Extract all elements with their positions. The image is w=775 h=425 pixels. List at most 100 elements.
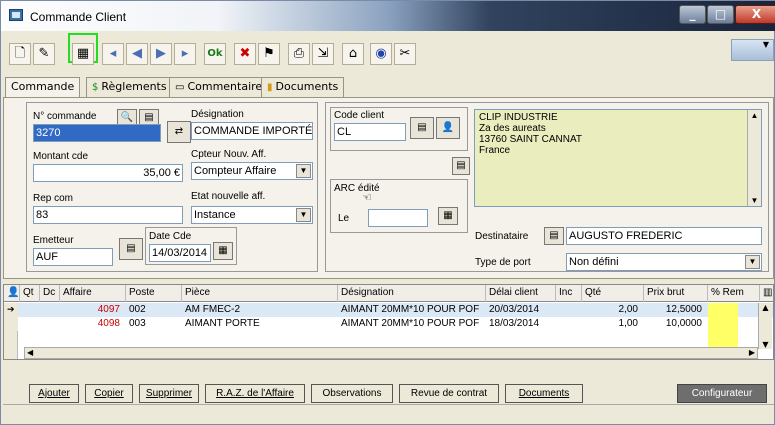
print-icon[interactable]: ⎙ [288, 43, 310, 65]
cell-poste: 003 [129, 318, 146, 329]
col-poste[interactable]: Poste [126, 285, 182, 302]
cell-prix: 12,5000 [665, 304, 702, 315]
cell-designation: AIMANT 20MM*10 POUR POF [341, 304, 480, 315]
col-delai[interactable]: Délai client [486, 285, 556, 302]
export-icon[interactable]: ⇲ [312, 43, 334, 65]
cell-affaire: 4098 [97, 318, 120, 329]
app-icon [9, 9, 23, 21]
trash-icon[interactable]: ⌂ [342, 43, 364, 65]
delete-icon[interactable]: ⚑ [258, 43, 280, 65]
emetteur-card-icon[interactable]: ▤ [119, 238, 143, 260]
designation-label: Désignation [191, 109, 244, 120]
rep-input[interactable]: 83 [33, 206, 183, 224]
emetteur-label: Emetteur [33, 235, 74, 246]
hand-icon: ☜ [362, 191, 372, 204]
date-cde-input[interactable]: 14/03/2014 [149, 244, 211, 262]
last-icon[interactable]: ▸ [174, 43, 196, 65]
ok-icon[interactable]: Ok [204, 43, 226, 65]
user-icon[interactable]: 👤 [436, 117, 460, 139]
chevron-down-icon: ▼ [762, 340, 769, 349]
address-line: 13760 SAINT CANNAT [479, 134, 583, 145]
arc-date-input[interactable] [368, 209, 428, 227]
edit-icon[interactable]: ✎ [33, 43, 55, 65]
dropdown-arrow-icon[interactable]: ▼ [731, 39, 774, 61]
grid-vscroll[interactable]: ▲ ▼ [758, 303, 772, 349]
copier-button[interactable]: Copier [85, 384, 133, 403]
destinataire-card-icon[interactable]: ▤ [544, 227, 564, 245]
row-pointer-icon: ➔ [4, 303, 18, 317]
col-qt[interactable]: Qt [20, 285, 40, 302]
close-button[interactable]: X [735, 5, 775, 24]
settings-icon[interactable]: ✂ [394, 43, 416, 65]
record-icon[interactable]: ◉ [370, 43, 392, 65]
tab-reglements[interactable]: $ Règlements [86, 77, 173, 97]
cell-piece: AIMANT PORTE [185, 318, 260, 329]
lookup-icon[interactable]: ⇄ [167, 121, 191, 143]
tab-documents[interactable]: ▮ Documents [261, 77, 345, 97]
toolbar: 🗋 ✎ ▦ ◂ ◀ ▶ ▸ Ok ✖ ⚑ ⎙ ⇲ ⌂ ◉ ✂ ▼ [3, 31, 774, 67]
folder-icon: ▮ [267, 82, 273, 93]
destinataire-input[interactable]: AUGUSTO FREDERIC [566, 227, 762, 245]
table-row[interactable]: 4098 003 AIMANT PORTE AIMANT 20MM*10 POU… [4, 317, 773, 331]
code-client-input[interactable]: CL [334, 123, 406, 141]
arc-calendar-icon[interactable]: ▦ [438, 207, 458, 225]
ajouter-button[interactable]: Ajouter [29, 384, 79, 403]
raz-affaire-button[interactable]: R.A.Z. de l'Affaire [205, 384, 305, 403]
tab-commentaires[interactable]: ▭ Commentaires [169, 77, 274, 97]
configurateur-button[interactable]: Configurateur [677, 384, 767, 403]
col-piece[interactable]: Pièce [182, 285, 338, 302]
observations-button[interactable]: Observations [311, 384, 393, 403]
montant-input[interactable]: 35,00 € [33, 164, 183, 182]
date-cde-label: Date Cde [149, 231, 192, 242]
grid-select-icon[interactable]: ▦ [72, 43, 94, 65]
port-select[interactable]: Non défini ▼ [566, 253, 762, 271]
montant-label: Montant cde [33, 151, 89, 162]
new-doc-icon[interactable]: 🗋 [9, 43, 31, 65]
title-bar[interactable]: Commande Client _ □ X [1, 1, 775, 31]
cancel-icon[interactable]: ✖ [234, 43, 256, 65]
documents-button[interactable]: Documents [505, 384, 583, 403]
cell-rem [708, 317, 738, 331]
table-row[interactable]: ➔ 4097 002 AM FMEC-2 AIMANT 20MM*10 POUR… [4, 303, 773, 317]
supprimer-button[interactable]: Supprimer [139, 384, 199, 403]
client-card-icon[interactable]: ▤ [410, 117, 434, 139]
col-dc[interactable]: Dc [40, 285, 60, 302]
cpteur-label: Cpteur Nouv. Aff. [191, 149, 267, 160]
etat-select[interactable]: Instance ▼ [191, 206, 313, 224]
user-icon[interactable]: 👤 [4, 285, 20, 302]
col-designation[interactable]: Désignation [338, 285, 486, 302]
next-icon[interactable]: ▶ [150, 43, 172, 65]
first-icon[interactable]: ◂ [102, 43, 124, 65]
prev-icon[interactable]: ◀ [126, 43, 148, 65]
col-rem[interactable]: % Rem [708, 285, 760, 302]
grid-hscroll[interactable]: ◀ ▶ [24, 347, 758, 359]
address-line: France [479, 145, 511, 156]
arc-le-label: Le [338, 213, 350, 224]
designation-input[interactable]: COMMANDE IMPORTÉE [191, 122, 313, 140]
commande-panel: N° commande 🔍 ▤ 3270 ⇄ Désignation COMMA… [3, 97, 774, 279]
col-qte[interactable]: Qté [582, 285, 644, 302]
etat-label: Etat nouvelle aff. [191, 191, 266, 202]
emetteur-input[interactable]: AUF [33, 248, 113, 266]
maximize-button[interactable]: □ [707, 5, 734, 24]
chevron-left-icon: ◀ [27, 348, 34, 357]
minimize-button[interactable]: _ [679, 5, 706, 24]
col-affaire[interactable]: Affaire [60, 285, 126, 302]
address-card-icon[interactable]: ▤ [452, 157, 470, 175]
column-picker-icon[interactable]: ▥ [760, 285, 773, 302]
money-icon: $ [92, 82, 99, 93]
n-commande-input[interactable]: 3270 [33, 124, 161, 142]
address-scrollbar[interactable]: ▲ ▼ [747, 110, 761, 206]
tab-commande[interactable]: Commande [5, 77, 81, 98]
address-textarea[interactable]: CLIP INDUSTRIE Za des aureats 13760 SAIN… [474, 109, 762, 207]
address-line: Za des aureats [479, 123, 546, 134]
cell-rem [708, 303, 738, 317]
cell-piece: AM FMEC-2 [185, 304, 240, 315]
row-header-empty [4, 331, 18, 359]
revue-contrat-button[interactable]: Revue de contrat [399, 384, 499, 403]
col-inc[interactable]: Inc [556, 285, 582, 302]
calendar-icon[interactable]: ▦ [213, 242, 233, 260]
client-group: Code client CL ▤ 👤 ▤ ARC édité ☜ Le ▦ CL… [325, 102, 769, 272]
col-prix[interactable]: Prix brut [644, 285, 708, 302]
cpteur-select[interactable]: Compteur Affaire ▼ [191, 162, 313, 180]
